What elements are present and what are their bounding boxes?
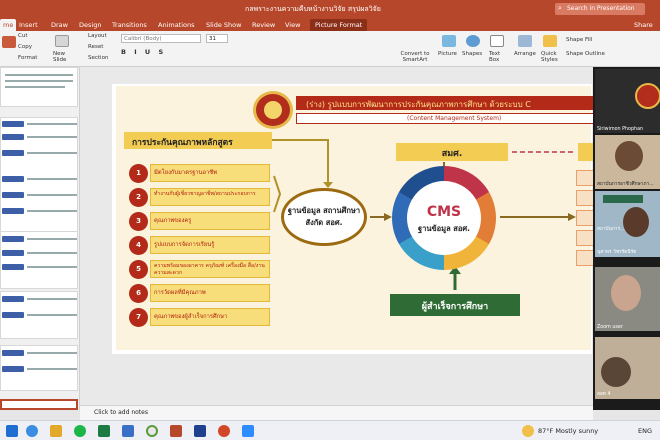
slide-thumbnail-panel[interactable] [0, 67, 80, 410]
convert-smartart-button[interactable]: Convert to SmartArt [398, 51, 432, 63]
institution-database-oval: ฐานข้อมูล สถานศึกษาสังกัด สอศ. [281, 188, 367, 246]
powerpoint-icon[interactable] [170, 425, 182, 437]
layout-button[interactable]: Layout [88, 33, 107, 39]
taskbar: 87°F Mostly sunny ENG [0, 420, 660, 440]
font-name-select[interactable]: Calibri (Body) [121, 34, 201, 43]
language-indicator[interactable]: ENG [638, 427, 652, 435]
search-box[interactable]: ⌕ Search in Presentation [555, 3, 645, 15]
copy-button[interactable]: Copy [18, 44, 32, 50]
ribbon: Cut Copy Format New Slide Layout Reset S… [0, 31, 660, 67]
zoom-icon[interactable] [242, 425, 254, 437]
tab-draw[interactable]: Draw [51, 19, 68, 31]
participant-name: สถาบันการ... [597, 227, 625, 232]
cms-label: CMS [426, 204, 462, 220]
picture-icon[interactable] [442, 35, 456, 47]
participant-avatar [611, 275, 641, 311]
ribbon-tabs: me Insert Draw Design Transitions Animat… [0, 18, 660, 31]
slide-background: (ร่าง) รูปแบบการพัฒนาการประกันคุณภาพการศ… [116, 86, 596, 350]
participant-avatar [615, 141, 643, 171]
shapes-button[interactable]: Shapes [462, 51, 482, 57]
format-buttons[interactable]: B I U S [121, 48, 166, 56]
slide-thumbnail[interactable] [0, 231, 78, 289]
tab-animations[interactable]: Animations [158, 19, 195, 31]
slide-thumbnail[interactable] [0, 67, 78, 107]
quick-styles-icon[interactable] [543, 35, 557, 47]
file-explorer-icon[interactable] [50, 425, 62, 437]
meeting-video-panel: Siriwimon Phophan สถาบันการอาชีวศึกษาภา.… [593, 67, 660, 410]
powerpoint-alt-icon[interactable] [218, 425, 230, 437]
slide-canvas: (ร่าง) รูปแบบการพัฒนาการประกันคุณภาพการศ… [80, 67, 596, 410]
tab-review[interactable]: Review [252, 19, 275, 31]
tab-slide-show[interactable]: Slide Show [206, 19, 241, 31]
excel-icon[interactable] [98, 425, 110, 437]
slide[interactable]: (ร่าง) รูปแบบการพัฒนาการประกันคุณภาพการศ… [112, 84, 596, 354]
line-icon[interactable] [74, 425, 86, 437]
store-icon[interactable] [122, 425, 134, 437]
windows-start-icon[interactable] [6, 425, 18, 437]
participant-tile[interactable]: สอท 4 [595, 337, 660, 399]
new-slide-button[interactable]: New Slide [53, 51, 71, 63]
picture-button[interactable]: Picture [438, 51, 457, 57]
photoshop-icon[interactable] [194, 425, 206, 437]
slide-thumbnail[interactable] [0, 345, 78, 391]
slide-thumbnail-selected[interactable] [0, 399, 78, 410]
tab-home[interactable]: me [0, 19, 17, 31]
smk-box: สมศ. [396, 143, 508, 161]
new-slide-icon[interactable] [55, 35, 69, 47]
search-placeholder: Search in Presentation [567, 5, 635, 12]
notes-placeholder: Click to add notes [94, 409, 148, 416]
tab-view[interactable]: View [285, 19, 300, 31]
participant-tile[interactable]: สถาบันการ... นุสาพร วัชรรัตนีรัต [595, 191, 660, 257]
text-box-button[interactable]: Text Box [489, 51, 505, 63]
shapes-icon[interactable] [466, 35, 480, 47]
shape-outline-button[interactable]: Shape Outline [566, 51, 605, 57]
arrange-button[interactable]: Arrange [514, 51, 536, 57]
participant-name: Zoom user [597, 325, 623, 330]
tab-picture-format[interactable]: Picture Format [310, 19, 368, 31]
notes-pane[interactable]: Click to add notes [80, 405, 593, 420]
participant-avatar [623, 207, 649, 237]
participant-name: สอท 4 [597, 392, 611, 397]
search-icon: ⌕ [558, 4, 562, 12]
participant-name: Siriwimon Phophan [597, 127, 644, 132]
participant-tile[interactable]: Zoom user [595, 267, 660, 331]
participant-tile[interactable]: Siriwimon Phophan [595, 69, 660, 133]
paste-icon[interactable] [2, 36, 16, 48]
section-button[interactable]: Section [88, 55, 108, 61]
tab-design[interactable]: Design [79, 19, 101, 31]
tab-transitions[interactable]: Transitions [112, 19, 147, 31]
share-button[interactable]: Share [634, 19, 653, 31]
chrome-icon[interactable] [146, 425, 158, 437]
participant-name: สถาบันการอาชีวศึกษาภา... [597, 182, 654, 187]
participant-avatar [601, 357, 631, 387]
graduates-box: ผู้สำเร็จการศึกษา [390, 294, 520, 316]
quick-styles-button[interactable]: Quick Styles [541, 51, 561, 63]
cms-database-label: ฐานข้อมูล สอศ. [418, 224, 470, 233]
participant-tile[interactable]: สถาบันการอาชีวศึกษาภา... [595, 135, 660, 189]
participant-name: นุสาพร วัชรรัตนีรัต [597, 250, 637, 255]
font-size-select[interactable]: 31 [206, 34, 228, 43]
slide-thumbnail[interactable] [0, 117, 78, 237]
format-painter-button[interactable]: Format [18, 55, 37, 61]
title-bar: กลพราะงานความคืบหน้างานวิจัย สรุปผลวิจัย… [0, 0, 660, 18]
window-title: กลพราะงานความคืบหน้างานวิจัย สรุปผลวิจัย [245, 5, 381, 13]
tab-insert[interactable]: Insert [19, 19, 38, 31]
weather-icon [522, 425, 534, 437]
cut-button[interactable]: Cut [18, 33, 27, 39]
weather-text[interactable]: 87°F Mostly sunny [538, 427, 598, 435]
shape-fill-button[interactable]: Shape Fill [566, 37, 592, 43]
text-box-icon[interactable] [490, 35, 504, 47]
logo-emblem [635, 83, 660, 109]
reset-button[interactable]: Reset [88, 44, 103, 50]
slide-thumbnail[interactable] [0, 291, 78, 339]
edge-icon[interactable] [26, 425, 38, 437]
arrange-icon[interactable] [518, 35, 532, 47]
